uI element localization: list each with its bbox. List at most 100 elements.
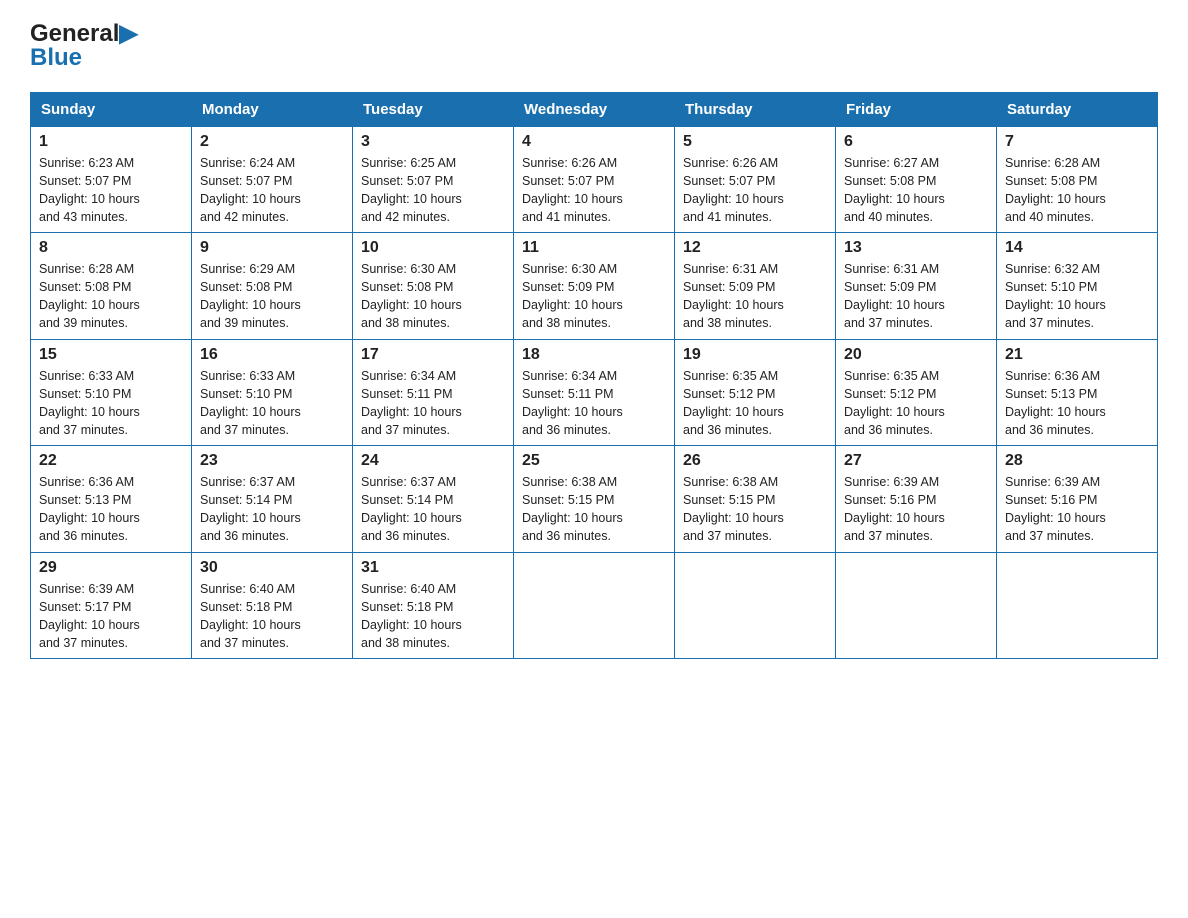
calendar-header-row: SundayMondayTuesdayWednesdayThursdayFrid… [31,92,1158,126]
calendar-cell [675,552,836,659]
day-number: 26 [683,452,827,470]
day-info: Sunrise: 6:34 AMSunset: 5:11 PMDaylight:… [522,369,623,437]
calendar-week-row: 8 Sunrise: 6:28 AMSunset: 5:08 PMDayligh… [31,233,1158,340]
day-number: 13 [844,239,988,257]
calendar-cell: 25 Sunrise: 6:38 AMSunset: 5:15 PMDaylig… [514,446,675,553]
calendar-cell [997,552,1158,659]
day-info: Sunrise: 6:39 AMSunset: 5:17 PMDaylight:… [39,582,140,650]
day-number: 9 [200,239,344,257]
day-info: Sunrise: 6:36 AMSunset: 5:13 PMDaylight:… [1005,369,1106,437]
day-info: Sunrise: 6:35 AMSunset: 5:12 PMDaylight:… [844,369,945,437]
day-number: 22 [39,452,183,470]
day-number: 23 [200,452,344,470]
day-number: 30 [200,559,344,577]
logo-blue-text: Blue [30,44,138,72]
day-info: Sunrise: 6:31 AMSunset: 5:09 PMDaylight:… [683,262,784,330]
calendar-week-row: 15 Sunrise: 6:33 AMSunset: 5:10 PMDaylig… [31,339,1158,446]
day-info: Sunrise: 6:32 AMSunset: 5:10 PMDaylight:… [1005,262,1106,330]
logo: General▶ Blue [30,20,138,72]
day-info: Sunrise: 6:29 AMSunset: 5:08 PMDaylight:… [200,262,301,330]
calendar-cell: 12 Sunrise: 6:31 AMSunset: 5:09 PMDaylig… [675,233,836,340]
calendar-cell [836,552,997,659]
calendar-cell: 23 Sunrise: 6:37 AMSunset: 5:14 PMDaylig… [192,446,353,553]
day-number: 16 [200,346,344,364]
day-info: Sunrise: 6:23 AMSunset: 5:07 PMDaylight:… [39,156,140,224]
calendar-cell: 28 Sunrise: 6:39 AMSunset: 5:16 PMDaylig… [997,446,1158,553]
day-info: Sunrise: 6:28 AMSunset: 5:08 PMDaylight:… [39,262,140,330]
calendar-cell: 22 Sunrise: 6:36 AMSunset: 5:13 PMDaylig… [31,446,192,553]
day-number: 10 [361,239,505,257]
day-number: 7 [1005,133,1149,151]
day-info: Sunrise: 6:40 AMSunset: 5:18 PMDaylight:… [200,582,301,650]
day-number: 28 [1005,452,1149,470]
day-info: Sunrise: 6:36 AMSunset: 5:13 PMDaylight:… [39,475,140,543]
calendar-cell: 13 Sunrise: 6:31 AMSunset: 5:09 PMDaylig… [836,233,997,340]
day-info: Sunrise: 6:25 AMSunset: 5:07 PMDaylight:… [361,156,462,224]
day-number: 20 [844,346,988,364]
calendar-cell: 19 Sunrise: 6:35 AMSunset: 5:12 PMDaylig… [675,339,836,446]
day-info: Sunrise: 6:24 AMSunset: 5:07 PMDaylight:… [200,156,301,224]
calendar-cell: 20 Sunrise: 6:35 AMSunset: 5:12 PMDaylig… [836,339,997,446]
day-info: Sunrise: 6:38 AMSunset: 5:15 PMDaylight:… [522,475,623,543]
calendar-cell [514,552,675,659]
calendar-cell: 27 Sunrise: 6:39 AMSunset: 5:16 PMDaylig… [836,446,997,553]
day-number: 11 [522,239,666,257]
day-info: Sunrise: 6:30 AMSunset: 5:08 PMDaylight:… [361,262,462,330]
calendar-cell: 6 Sunrise: 6:27 AMSunset: 5:08 PMDayligh… [836,126,997,233]
day-info: Sunrise: 6:39 AMSunset: 5:16 PMDaylight:… [844,475,945,543]
col-header-saturday: Saturday [997,92,1158,126]
calendar-cell: 30 Sunrise: 6:40 AMSunset: 5:18 PMDaylig… [192,552,353,659]
calendar-cell: 2 Sunrise: 6:24 AMSunset: 5:07 PMDayligh… [192,126,353,233]
day-info: Sunrise: 6:34 AMSunset: 5:11 PMDaylight:… [361,369,462,437]
day-number: 27 [844,452,988,470]
day-info: Sunrise: 6:35 AMSunset: 5:12 PMDaylight:… [683,369,784,437]
calendar-cell: 7 Sunrise: 6:28 AMSunset: 5:08 PMDayligh… [997,126,1158,233]
day-number: 29 [39,559,183,577]
calendar-cell: 4 Sunrise: 6:26 AMSunset: 5:07 PMDayligh… [514,126,675,233]
day-number: 4 [522,133,666,151]
col-header-thursday: Thursday [675,92,836,126]
calendar-cell: 29 Sunrise: 6:39 AMSunset: 5:17 PMDaylig… [31,552,192,659]
day-info: Sunrise: 6:31 AMSunset: 5:09 PMDaylight:… [844,262,945,330]
day-info: Sunrise: 6:33 AMSunset: 5:10 PMDaylight:… [39,369,140,437]
calendar-cell: 5 Sunrise: 6:26 AMSunset: 5:07 PMDayligh… [675,126,836,233]
day-info: Sunrise: 6:26 AMSunset: 5:07 PMDaylight:… [522,156,623,224]
day-number: 17 [361,346,505,364]
calendar-cell: 3 Sunrise: 6:25 AMSunset: 5:07 PMDayligh… [353,126,514,233]
day-number: 19 [683,346,827,364]
calendar-cell: 26 Sunrise: 6:38 AMSunset: 5:15 PMDaylig… [675,446,836,553]
calendar-cell: 31 Sunrise: 6:40 AMSunset: 5:18 PMDaylig… [353,552,514,659]
col-header-sunday: Sunday [31,92,192,126]
page-header: General▶ Blue [30,20,1158,72]
calendar-cell: 21 Sunrise: 6:36 AMSunset: 5:13 PMDaylig… [997,339,1158,446]
calendar-cell: 11 Sunrise: 6:30 AMSunset: 5:09 PMDaylig… [514,233,675,340]
day-number: 14 [1005,239,1149,257]
day-info: Sunrise: 6:33 AMSunset: 5:10 PMDaylight:… [200,369,301,437]
col-header-monday: Monday [192,92,353,126]
calendar-cell: 8 Sunrise: 6:28 AMSunset: 5:08 PMDayligh… [31,233,192,340]
col-header-wednesday: Wednesday [514,92,675,126]
calendar-cell: 24 Sunrise: 6:37 AMSunset: 5:14 PMDaylig… [353,446,514,553]
day-number: 31 [361,559,505,577]
day-number: 12 [683,239,827,257]
day-number: 25 [522,452,666,470]
day-number: 6 [844,133,988,151]
day-number: 8 [39,239,183,257]
calendar-cell: 1 Sunrise: 6:23 AMSunset: 5:07 PMDayligh… [31,126,192,233]
day-number: 2 [200,133,344,151]
calendar-week-row: 29 Sunrise: 6:39 AMSunset: 5:17 PMDaylig… [31,552,1158,659]
day-info: Sunrise: 6:38 AMSunset: 5:15 PMDaylight:… [683,475,784,543]
calendar-cell: 18 Sunrise: 6:34 AMSunset: 5:11 PMDaylig… [514,339,675,446]
day-number: 3 [361,133,505,151]
col-header-friday: Friday [836,92,997,126]
day-info: Sunrise: 6:39 AMSunset: 5:16 PMDaylight:… [1005,475,1106,543]
day-number: 21 [1005,346,1149,364]
day-number: 1 [39,133,183,151]
calendar-week-row: 22 Sunrise: 6:36 AMSunset: 5:13 PMDaylig… [31,446,1158,553]
calendar-cell: 16 Sunrise: 6:33 AMSunset: 5:10 PMDaylig… [192,339,353,446]
day-number: 15 [39,346,183,364]
day-number: 18 [522,346,666,364]
day-info: Sunrise: 6:37 AMSunset: 5:14 PMDaylight:… [361,475,462,543]
day-info: Sunrise: 6:40 AMSunset: 5:18 PMDaylight:… [361,582,462,650]
calendar-cell: 14 Sunrise: 6:32 AMSunset: 5:10 PMDaylig… [997,233,1158,340]
